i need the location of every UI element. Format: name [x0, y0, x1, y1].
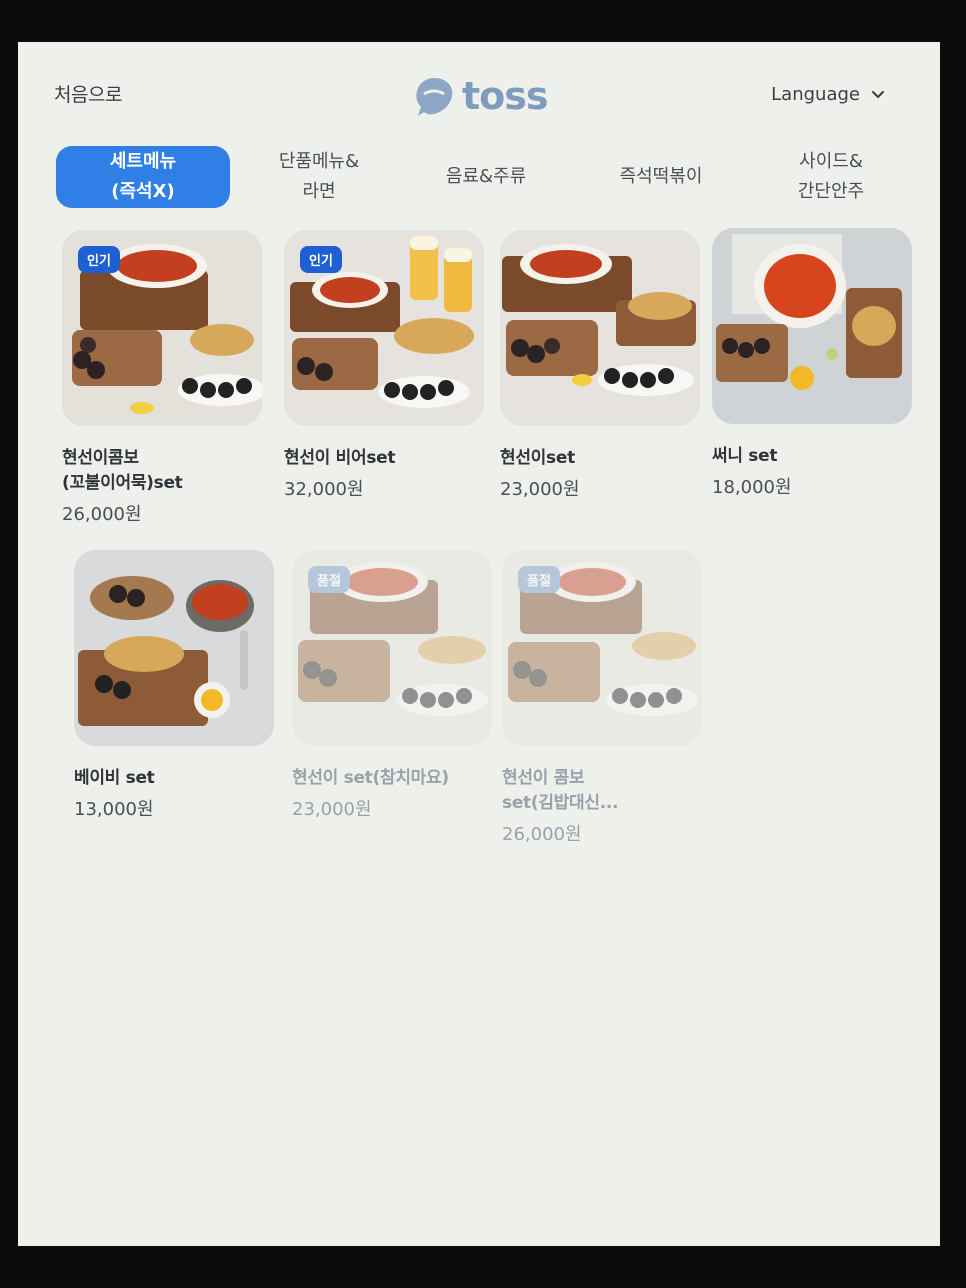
menu-item-price: 23,000원 [292, 799, 372, 820]
sold-out-badge: 품절 [518, 566, 560, 593]
menu-item[interactable]: 베이비 set 13,000원 [74, 550, 274, 821]
menu-item[interactable]: 품절 현선이 콤보 set(김밥대신... 26,000원 [502, 550, 702, 846]
menu-item-name: 현선이set [500, 448, 575, 468]
category-tabs: 세트메뉴 (즉석X) 단품메뉴& 라면 음료&주류 즉석떡볶이 사이드& 간단안… [56, 146, 906, 212]
tab-drinks[interactable]: 음료&주류 [416, 146, 556, 208]
tab-tteokbokki[interactable]: 즉석떡볶이 [586, 146, 736, 208]
toss-logo-icon [416, 78, 453, 116]
menu-item-name: 현선이 set(참치마요) [292, 768, 449, 788]
language-selector[interactable]: Language [771, 84, 886, 105]
menu-item-image [500, 230, 700, 426]
menu-item-price: 26,000원 [62, 504, 142, 525]
menu-item-name: 현선이콤보 (꼬불이어묵)set [62, 448, 183, 493]
tab-set-menu[interactable]: 세트메뉴 (즉석X) [56, 146, 230, 208]
popular-badge: 인기 [78, 246, 120, 273]
menu-item[interactable]: 현선이set 23,000원 [500, 230, 700, 501]
menu-item-price: 18,000원 [712, 477, 792, 498]
menu-item-name: 현선이 콤보 set(김밥대신... [502, 768, 619, 813]
menu-item-price: 32,000원 [284, 479, 364, 500]
menu-item-image: 인기 [284, 230, 484, 426]
toss-logo: toss [412, 74, 549, 118]
menu-item-image: 품절 [292, 550, 492, 746]
menu-item-price: 23,000원 [500, 479, 580, 500]
menu-item[interactable]: 인기 현선이콤보 (꼬불이어묵)set 26,000원 [62, 230, 262, 526]
popular-badge: 인기 [300, 246, 342, 273]
menu-item-image: 품절 [502, 550, 702, 746]
menu-item-image: 인기 [62, 230, 262, 426]
menu-item-name: 베이비 set [74, 768, 155, 788]
kiosk-screen: 처음으로 toss Language 세트메뉴 (즉석X) 단품메뉴& 라면 음… [18, 42, 940, 1246]
menu-item-image [712, 228, 912, 424]
chevron-down-icon [872, 90, 884, 98]
menu-item[interactable]: 인기 현선이 비어set 32,000원 [284, 230, 484, 501]
menu-item[interactable]: 품절 현선이 set(참치마요) 23,000원 [292, 550, 492, 821]
menu-item-name: 현선이 비어set [284, 448, 396, 468]
menu-item[interactable]: 써니 set 18,000원 [712, 228, 912, 499]
menu-item-name: 써니 set [712, 446, 778, 466]
sold-out-badge: 품절 [308, 566, 350, 593]
language-label: Language [771, 84, 860, 105]
home-button[interactable]: 처음으로 [54, 80, 122, 107]
menu-item-price: 13,000원 [74, 799, 154, 820]
tab-single-menu[interactable]: 단품메뉴& 라면 [244, 146, 394, 208]
menu-item-price: 26,000원 [502, 824, 582, 845]
tab-sides[interactable]: 사이드& 간단안주 [756, 146, 906, 208]
menu-item-image [74, 550, 274, 746]
brand-name: toss [462, 74, 549, 118]
